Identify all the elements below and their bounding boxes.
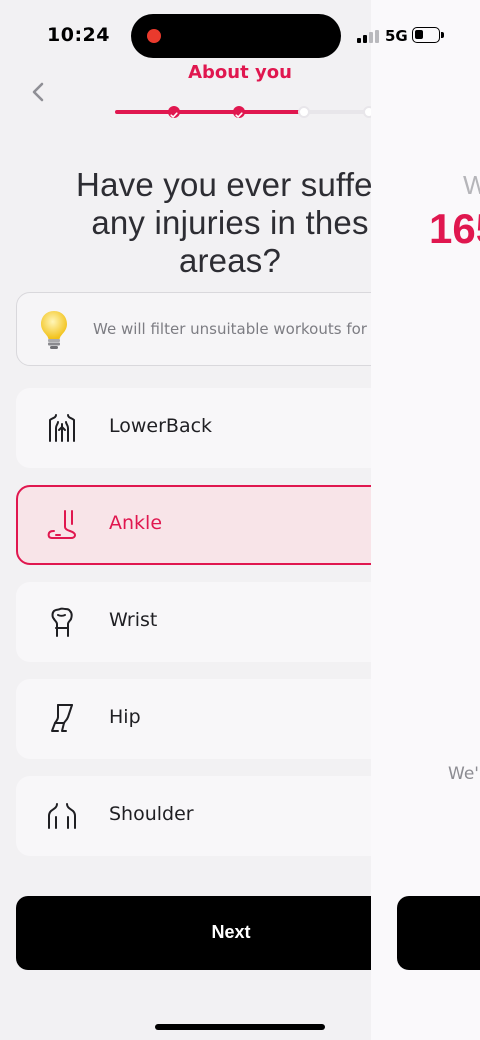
option-lower-back[interactable]: LowerBack <box>16 388 371 468</box>
question-title: Have you ever suffer any injuries in the… <box>0 166 371 280</box>
info-card: We will filter unsuitable workouts for <box>16 292 371 366</box>
wrist-icon <box>51 607 73 637</box>
step-complete-check-icon <box>168 106 180 118</box>
progress-indicator <box>115 104 371 120</box>
option-label: Hip <box>109 706 141 728</box>
shoulder-icon <box>48 803 76 829</box>
ankle-icon <box>47 510 76 539</box>
option-label: Wrist <box>109 609 158 631</box>
option-label: LowerBack <box>109 415 213 437</box>
preview-text: We' <box>448 764 479 784</box>
next-button-label: Next <box>211 922 251 942</box>
progress-segment <box>304 110 369 114</box>
question-line: Have you ever suffer <box>76 166 371 203</box>
question-line: any injuries in thes <box>91 204 369 241</box>
step-pending-dot <box>363 106 371 118</box>
option-label: Ankle <box>109 512 163 534</box>
option-shoulder[interactable]: Shoulder <box>16 776 371 856</box>
info-text: We will filter unsuitable workouts for <box>93 320 367 338</box>
preview-heading: W <box>463 170 480 200</box>
option-label: Shoulder <box>109 803 194 825</box>
option-ankle[interactable]: Ankle <box>16 485 371 565</box>
next-screen-preview: W 165 We' <box>371 0 480 1040</box>
battery-icon <box>412 27 444 43</box>
home-indicator[interactable] <box>155 1024 325 1030</box>
option-hip[interactable]: Hip <box>16 679 371 759</box>
progress-segment <box>239 110 304 114</box>
preview-value: 165 <box>429 205 480 252</box>
network-type: 5G <box>385 27 408 45</box>
dynamic-island <box>131 14 341 58</box>
preview-button <box>397 896 480 970</box>
next-button[interactable]: Next <box>16 896 371 970</box>
injuries-screen: About you Have you ever suffer any injur… <box>0 0 371 1040</box>
recording-indicator-icon <box>147 29 161 43</box>
status-bar: 10:24 5G <box>0 0 480 70</box>
progress-segment <box>115 110 174 114</box>
lower-back-icon <box>49 414 75 442</box>
step-complete-check-icon <box>233 106 245 118</box>
progress-segment <box>174 110 239 114</box>
lightbulb-icon <box>41 311 67 349</box>
step-current-dot <box>298 106 310 118</box>
status-time: 10:24 <box>47 24 110 46</box>
option-wrist[interactable]: Wrist <box>16 582 371 662</box>
question-line: areas? <box>178 242 282 279</box>
hip-icon <box>51 704 73 732</box>
cellular-signal-icon <box>357 30 381 43</box>
